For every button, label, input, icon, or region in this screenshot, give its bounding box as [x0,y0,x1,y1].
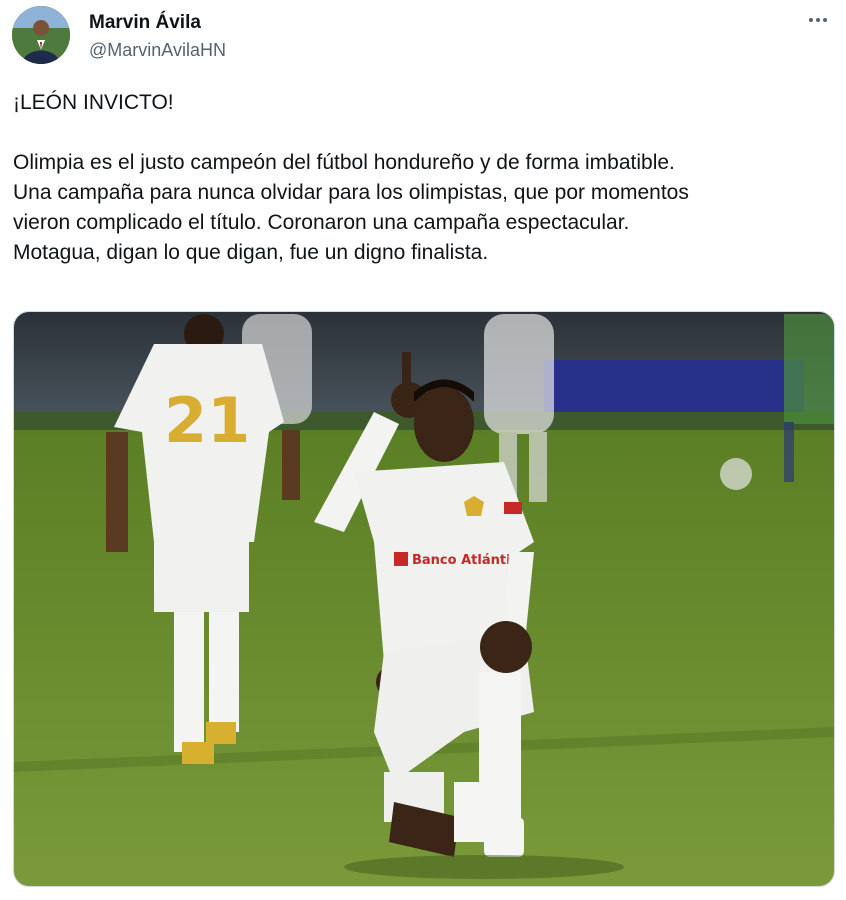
tweet-header: Marvin Ávila @MarvinAvilaHN [12,6,834,66]
tweet-text: ¡LEÓN INVICTO! Olimpia es el justo campe… [13,88,838,268]
tweet-line: Una campaña para nunca olvidar para los … [13,181,689,204]
more-horizontal-icon-dot [816,18,820,22]
display-name[interactable]: Marvin Ávila [89,12,201,34]
tweet-photo[interactable]: 21 Banco Atlántida [13,311,835,887]
tweet-line: Olimpia es el justo campeón del fútbol h… [13,151,675,174]
user-handle[interactable]: @MarvinAvilaHN [89,40,226,61]
more-options-button[interactable] [804,8,832,32]
tweet-line: vieron complicado el título. Coronaron u… [13,211,630,234]
tweet-line-spacer [13,118,838,148]
tweet-line: ¡LEÓN INVICTO! [13,91,174,114]
more-horizontal-icon-dot [823,18,827,22]
jersey-number: 21 [164,384,250,457]
more-horizontal-icon [809,18,813,22]
avatar[interactable] [12,6,70,64]
tweet-line: Motagua, digan lo que digan, fue un dign… [13,241,489,264]
